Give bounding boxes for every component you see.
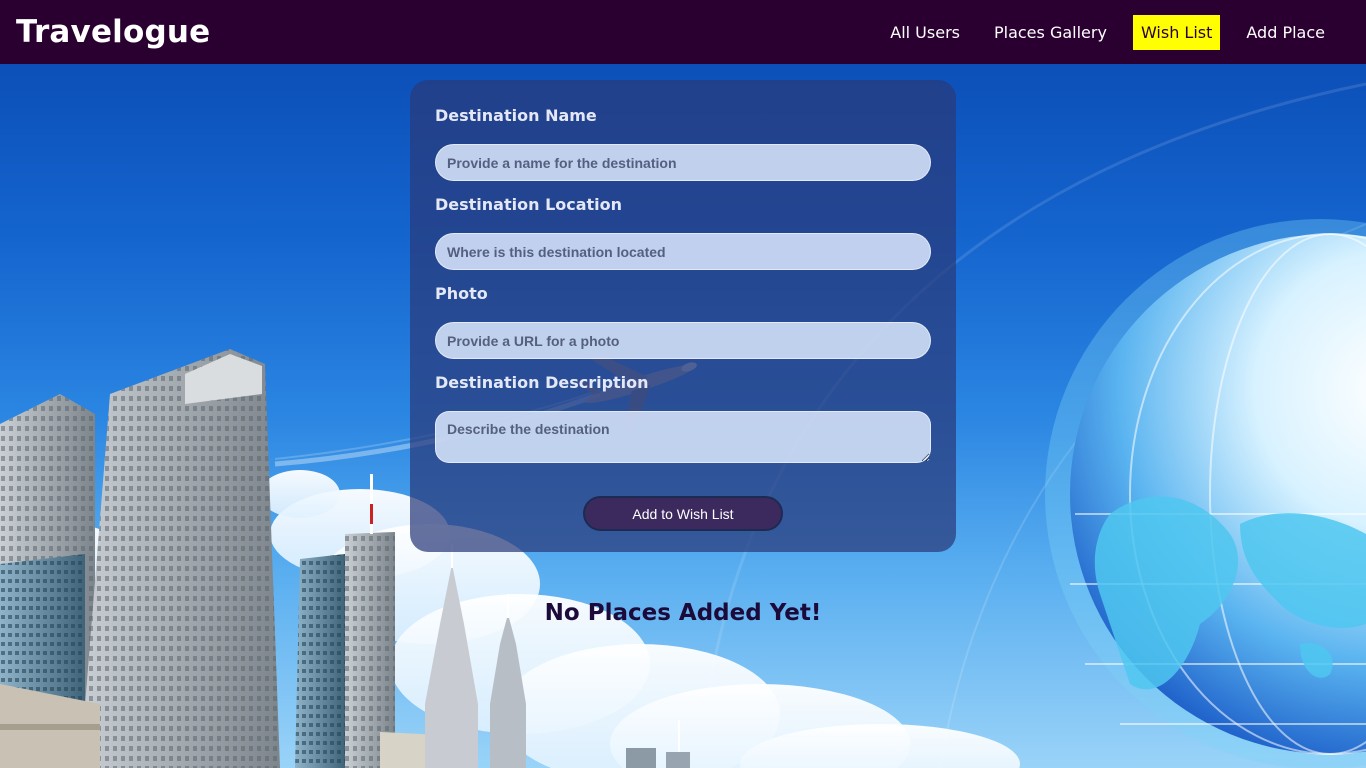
- brand-title[interactable]: Travelogue: [16, 14, 210, 50]
- destination-location-input[interactable]: [435, 233, 931, 270]
- add-to-wish-list-button[interactable]: Add to Wish List: [583, 496, 783, 531]
- submit-wrap: Add to Wish List: [435, 496, 931, 531]
- nav-wish-list[interactable]: Wish List: [1132, 14, 1221, 50]
- nav-places-gallery[interactable]: Places Gallery: [986, 15, 1115, 50]
- wish-list-form: Destination Name Destination Location Ph…: [410, 80, 956, 552]
- nav-add-place[interactable]: Add Place: [1238, 15, 1333, 50]
- photo-label: Photo: [435, 284, 488, 303]
- nav-all-users[interactable]: All Users: [882, 15, 968, 50]
- destination-description-textarea[interactable]: [435, 411, 931, 463]
- destination-description-label: Destination Description: [435, 373, 649, 392]
- empty-state-message: No Places Added Yet!: [544, 600, 822, 626]
- main-nav: All Users Places Gallery Wish List Add P…: [864, 14, 1350, 50]
- top-navbar: Travelogue All Users Places Gallery Wish…: [0, 0, 1366, 64]
- destination-name-label: Destination Name: [435, 106, 597, 125]
- photo-url-input[interactable]: [435, 322, 931, 359]
- destination-location-label: Destination Location: [435, 195, 623, 214]
- destination-name-input[interactable]: [435, 144, 931, 181]
